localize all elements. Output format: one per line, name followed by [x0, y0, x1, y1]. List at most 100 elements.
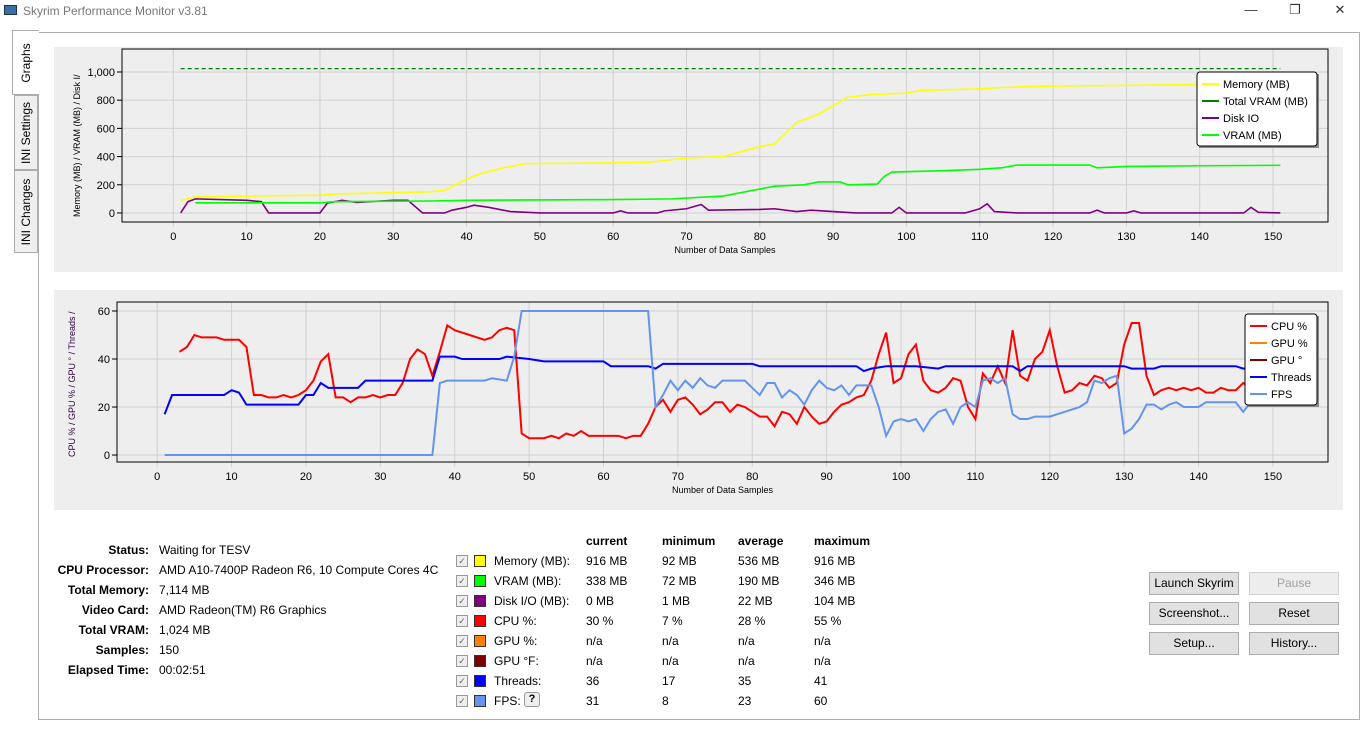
series-label: Memory (MB):	[494, 554, 570, 568]
stat-value: 55 %	[814, 614, 842, 628]
stat-value: 190 MB	[738, 574, 780, 588]
x-tick-label: 140	[1189, 471, 1207, 483]
legend-label: CPU %	[1271, 321, 1307, 333]
series-color-swatch	[474, 695, 486, 707]
series-color-swatch	[474, 655, 486, 667]
y-tick-label: 40	[98, 354, 110, 366]
info-label: Total VRAM:	[78, 623, 149, 637]
x-tick-label: 100	[892, 471, 910, 483]
stat-value: 28 %	[738, 614, 766, 628]
x-tick-label: 60	[607, 231, 619, 243]
x-tick-label: 0	[170, 231, 176, 243]
memory-chart: 0 10 20 30 40 50 60 70 80 90 100 110 120 130 140 150 0 20…	[72, 48, 1329, 255]
y-tick-label: 0	[109, 208, 115, 220]
series-color-swatch	[474, 575, 486, 587]
x-tick-label: 130	[1117, 231, 1135, 243]
stat-value: 35	[738, 674, 752, 688]
stat-value: n/a	[814, 634, 831, 648]
series-checkbox[interactable]: ✓	[456, 555, 468, 567]
legend-label: GPU %	[1271, 338, 1308, 350]
x-tick-label: 10	[225, 471, 237, 483]
x-tick-label: 90	[827, 231, 839, 243]
stats-header: minimum	[662, 534, 716, 548]
pause-button[interactable]: Pause	[1249, 572, 1339, 595]
x-tick-label: 150	[1264, 231, 1282, 243]
stat-value: 17	[662, 674, 676, 688]
series-checkbox[interactable]: ✓	[456, 615, 468, 627]
x-tick-label: 30	[387, 231, 399, 243]
legend-label: Disk IO	[1223, 113, 1260, 125]
info-value: 1,024 MB	[159, 623, 211, 637]
series-checkbox[interactable]: ✓	[456, 675, 468, 687]
info-value: 7,114 MB	[159, 583, 210, 597]
stat-value: 346 MB	[814, 574, 856, 588]
info-value: 150	[159, 643, 180, 657]
series-checkbox[interactable]: ✓	[456, 635, 468, 647]
stat-value: n/a	[738, 634, 755, 648]
stat-value: 7 %	[662, 614, 683, 628]
stat-value: 60	[814, 694, 828, 708]
series-checkbox[interactable]: ✓	[456, 695, 468, 707]
series-color-swatch	[474, 595, 486, 607]
stat-value: 536 MB	[738, 554, 780, 568]
x-tick-label: 110	[967, 471, 985, 483]
tab-ini-changes[interactable]: INI Changes	[14, 170, 38, 253]
y-tick-label: 20	[98, 402, 110, 414]
y-tick-label: 600	[97, 123, 115, 135]
fps-help-button[interactable]: ?	[524, 692, 540, 707]
setup-button[interactable]: Setup...	[1149, 632, 1239, 655]
stats-header: maximum	[814, 534, 871, 548]
stat-value: 916 MB	[814, 554, 856, 568]
legend-label: Total VRAM (MB)	[1223, 96, 1308, 108]
stat-value: 0 MB	[586, 594, 615, 608]
stat-value: n/a	[662, 634, 679, 648]
stat-value: 41	[814, 674, 828, 688]
legend-label: FPS	[1271, 389, 1292, 401]
x-tick-label: 90	[821, 471, 833, 483]
tab-graphs[interactable]: Graphs	[12, 30, 39, 95]
cpu-chart: 0 10 20 30 40 50 60 70 80 90 100 110 120 130 140 150 0 20…	[67, 301, 1329, 495]
info-value: AMD Radeon(TM) R6 Graphics	[159, 603, 327, 617]
x-tick-label: 120	[1041, 471, 1059, 483]
series-label: GPU %:	[494, 634, 538, 648]
x-tick-label: 30	[374, 471, 386, 483]
info-label: Elapsed Time:	[67, 663, 149, 677]
series-checkbox[interactable]: ✓	[456, 575, 468, 587]
tab-label: Graphs	[19, 42, 33, 83]
stat-value: 23	[738, 694, 752, 708]
x-tick-label: 120	[1044, 231, 1062, 243]
stat-value: 8	[662, 694, 669, 708]
stat-value: 22 MB	[738, 594, 773, 608]
x-tick-label: 70	[680, 231, 692, 243]
y-axis-label: Memory (MB) / VRAM (MB) / Disk I/	[72, 74, 82, 217]
stat-value: 36	[586, 674, 600, 688]
info-label: Samples:	[95, 643, 149, 657]
launch-skyrim-button[interactable]: Launch Skyrim	[1149, 572, 1239, 595]
y-tick-label: 60	[98, 306, 110, 318]
info-label: Total Memory:	[67, 583, 149, 597]
x-tick-label: 50	[534, 231, 546, 243]
tab-ini-settings[interactable]: INI Settings	[14, 95, 38, 170]
info-label: CPU Processor:	[57, 563, 149, 577]
y-tick-label: 800	[97, 95, 115, 107]
series-label: GPU °F:	[494, 654, 539, 668]
x-tick-label: 10	[241, 231, 253, 243]
minimize-button[interactable]: —	[1236, 2, 1266, 17]
y-tick-label: 400	[97, 152, 115, 164]
reset-button[interactable]: Reset	[1249, 602, 1339, 625]
series-checkbox[interactable]: ✓	[456, 595, 468, 607]
series-color-swatch	[474, 615, 486, 627]
stat-value: n/a	[586, 654, 603, 668]
series-color-swatch	[474, 635, 486, 647]
restore-button[interactable]: ❐	[1280, 2, 1310, 18]
stat-value: 72 MB	[662, 574, 697, 588]
history-button[interactable]: History...	[1249, 632, 1339, 655]
x-tick-label: 20	[314, 231, 326, 243]
close-button[interactable]: ✕	[1325, 2, 1355, 18]
x-axis-label: Number of Data Samples	[674, 245, 776, 255]
x-tick-label: 50	[523, 471, 535, 483]
x-axis-label: Number of Data Samples	[672, 485, 774, 495]
series-checkbox[interactable]: ✓	[456, 655, 468, 667]
x-tick-label: 70	[672, 471, 684, 483]
screenshot-button[interactable]: Screenshot...	[1149, 602, 1239, 625]
